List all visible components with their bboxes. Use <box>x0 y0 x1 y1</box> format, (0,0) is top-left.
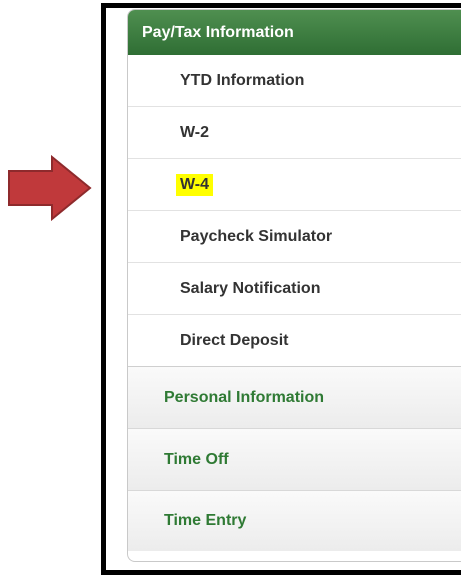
menu-section-label: Time Off <box>164 450 229 468</box>
menu-item-paycheck-simulator[interactable]: Paycheck Simulator <box>128 211 461 263</box>
menu-item-direct-deposit[interactable]: Direct Deposit <box>128 315 461 367</box>
menu-item-label-highlighted: W-4 <box>176 173 214 196</box>
menu-item-label: Direct Deposit <box>180 331 289 349</box>
menu-item-w4[interactable]: W-4 <box>128 159 461 211</box>
menu-item-label: YTD Information <box>180 71 305 89</box>
menu-section-time-off[interactable]: Time Off <box>128 429 461 491</box>
menu-item-label: W-2 <box>180 123 210 141</box>
menu-section-personal-information[interactable]: Personal Information <box>128 367 461 429</box>
menu-item-label: Paycheck Simulator <box>180 227 333 245</box>
menu-item-w2[interactable]: W-2 <box>128 107 461 159</box>
nav-menu-panel: Pay/Tax Information YTD Information W-2 … <box>127 9 461 562</box>
menu-section-time-entry[interactable]: Time Entry <box>128 491 461 551</box>
menu-item-label: Salary Notification <box>180 279 321 297</box>
menu-header-pay-tax[interactable]: Pay/Tax Information <box>128 10 461 55</box>
pointer-arrow-icon <box>8 155 92 221</box>
menu-item-salary-notification[interactable]: Salary Notification <box>128 263 461 315</box>
menu-item-ytd-information[interactable]: YTD Information <box>128 55 461 107</box>
menu-section-label: Personal Information <box>164 388 325 406</box>
menu-section-label: Time Entry <box>164 512 247 529</box>
menu-header-label: Pay/Tax Information <box>142 23 294 41</box>
